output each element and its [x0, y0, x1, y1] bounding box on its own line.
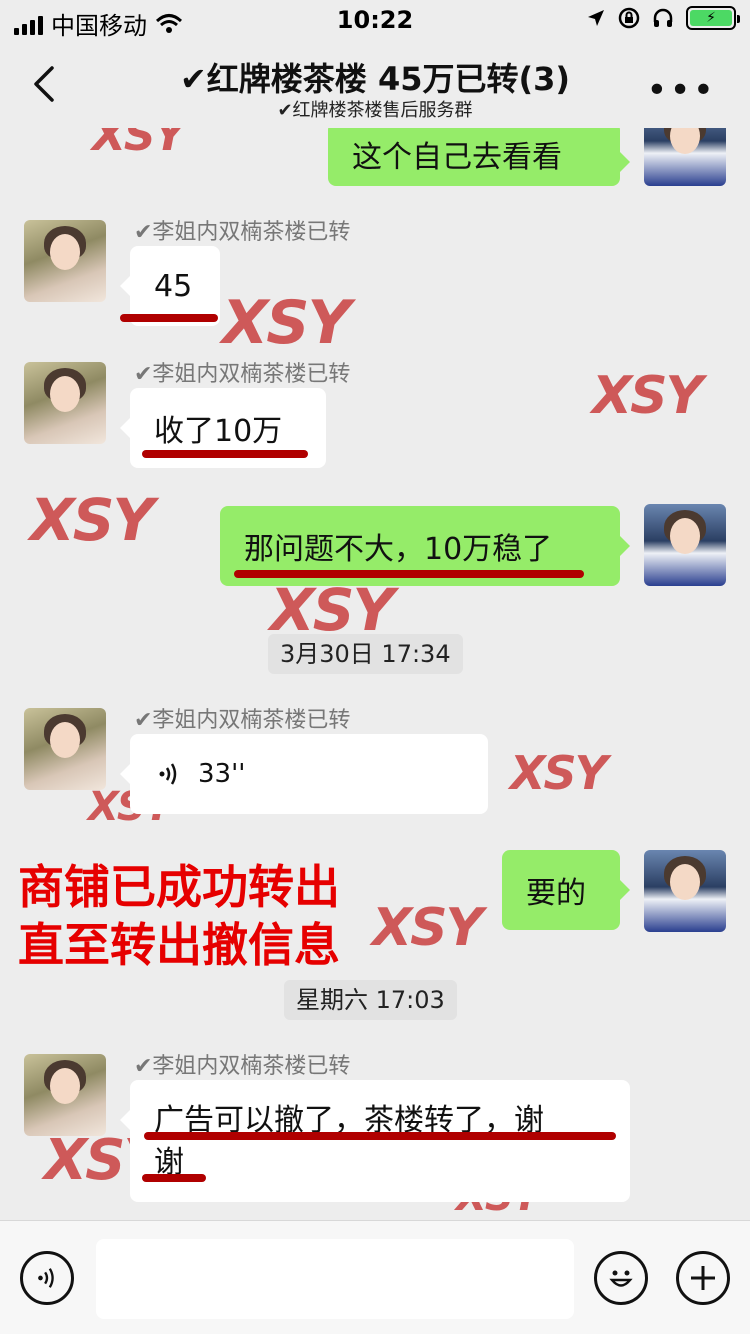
plus-icon — [691, 1266, 715, 1290]
input-bar — [0, 1220, 750, 1334]
overlay-annotation-line2: 直至转出撤信息 — [18, 918, 340, 972]
message-text-line: 谢 — [154, 1145, 184, 1180]
add-attachment-button[interactable] — [676, 1251, 730, 1305]
avatar[interactable] — [24, 220, 106, 302]
voice-wave-icon — [38, 1268, 54, 1288]
highlight-underline — [142, 450, 308, 458]
watermark-logo: XSY — [372, 898, 483, 958]
message-text: 收了10万 — [154, 414, 283, 449]
avatar[interactable] — [644, 850, 726, 932]
timestamp: 星期六 17:03 — [284, 980, 457, 1020]
emoji-button[interactable] — [594, 1251, 648, 1305]
highlight-underline — [144, 1132, 616, 1140]
more-options-button[interactable]: ••• — [646, 70, 716, 111]
status-right: ⚡ — [586, 6, 740, 30]
headphones-icon — [653, 8, 673, 27]
sender-name: ✔李姐内双楠茶楼已转 — [134, 708, 351, 733]
watermark-logo: XSY — [222, 288, 351, 358]
chat-header: ✔红牌楼茶楼 45万已转(3) ✔红牌楼茶楼售后服务群 ••• — [0, 40, 750, 128]
voice-message-bubble[interactable]: 33'' — [120, 734, 488, 814]
sender-name: ✔李姐内双楠茶楼已转 — [134, 1054, 351, 1079]
avatar[interactable] — [644, 504, 726, 586]
highlight-underline — [120, 314, 218, 322]
message-bubble-incoming[interactable]: 广告可以撤了，茶楼转了，谢 谢 — [120, 1080, 630, 1202]
message-input[interactable] — [96, 1239, 574, 1319]
avatar[interactable] — [24, 708, 106, 790]
voice-wave-icon — [159, 763, 177, 785]
watermark-logo: XSY — [510, 746, 608, 800]
overlay-annotation-line1: 商铺已成功转出 — [18, 860, 340, 914]
watermark-logo: XSY — [592, 366, 703, 426]
sender-name: ✔李姐内双楠茶楼已转 — [134, 220, 351, 245]
message-bubble-outgoing[interactable]: 这个自己去看看 — [328, 128, 630, 186]
avatar[interactable] — [644, 128, 726, 186]
sender-name: ✔李姐内双楠茶楼已转 — [134, 362, 351, 387]
highlight-underline — [142, 1174, 206, 1182]
voice-input-button[interactable] — [20, 1251, 74, 1305]
message-text: 这个自己去看看 — [352, 140, 562, 175]
message-text: 那问题不大，10万稳了 — [244, 532, 553, 567]
avatar[interactable] — [24, 362, 106, 444]
message-text: 45 — [154, 268, 193, 304]
battery-icon: ⚡ — [686, 6, 740, 30]
status-bar: 中国移动 10:22 ⚡ — [0, 0, 750, 40]
message-bubble-outgoing[interactable]: 要的 — [502, 850, 630, 930]
smiley-icon — [609, 1270, 633, 1287]
rotation-lock-icon — [618, 7, 640, 29]
chat-messages[interactable]: XSY XSY XSY XSY XSY XSY XSY XSY XSY XSY … — [0, 128, 750, 1220]
watermark-logo: XSY — [92, 128, 185, 161]
avatar[interactable] — [24, 1054, 106, 1136]
message-text: 要的 — [526, 876, 586, 911]
highlight-underline — [234, 570, 584, 578]
chat-subtitle: ✔红牌楼茶楼售后服务群 — [277, 100, 473, 121]
watermark-logo: XSY — [30, 486, 154, 554]
chat-title: ✔红牌楼茶楼 45万已转(3) — [179, 60, 570, 98]
voice-duration: 33'' — [198, 759, 246, 789]
location-arrow-icon — [588, 10, 604, 26]
timestamp: 3月30日 17:34 — [268, 634, 463, 674]
